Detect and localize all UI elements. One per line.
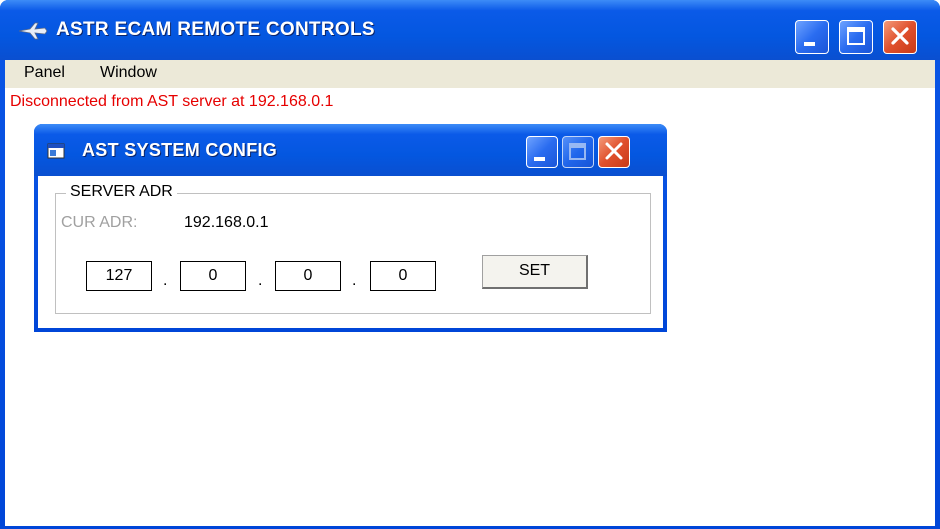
ip-octet-4-input[interactable]: 0 xyxy=(370,261,436,291)
config-client-area: SERVER ADR CUR ADR: 192.168.0.1 xyxy=(38,176,663,328)
current-address-value: 192.168.0.1 xyxy=(184,214,269,231)
config-minimize-button[interactable] xyxy=(526,136,558,168)
window-icon xyxy=(47,143,65,159)
airplane-icon xyxy=(18,22,48,40)
main-window-title: ASTR ECAM REMOTE CONTROLS xyxy=(56,19,375,40)
menu-panel[interactable]: Panel xyxy=(24,64,65,82)
maximize-button[interactable] xyxy=(839,20,873,54)
ip-separator: . xyxy=(163,272,168,289)
config-window-title: AST SYSTEM CONFIG xyxy=(82,140,278,160)
config-titlebar[interactable]: AST SYSTEM CONFIG xyxy=(34,124,667,176)
minimize-icon xyxy=(534,157,545,161)
server-address-group: SERVER ADR xyxy=(55,183,651,314)
minimize-icon xyxy=(804,42,815,46)
group-label: SERVER ADR xyxy=(66,183,177,201)
ip-octet-1-input[interactable]: 127 xyxy=(86,261,152,291)
config-window: AST SYSTEM CONFIG SERVER ADR CUR ADR: 19… xyxy=(34,124,667,332)
main-titlebar[interactable]: ASTR ECAM REMOTE CONTROLS xyxy=(0,0,940,60)
menu-bar: Panel Window xyxy=(5,60,935,88)
maximize-icon xyxy=(847,27,865,45)
config-maximize-button[interactable] xyxy=(562,136,594,168)
minimize-button[interactable] xyxy=(795,20,829,54)
close-icon xyxy=(605,142,623,160)
connection-status-text: Disconnected from AST server at 192.168.… xyxy=(10,93,334,110)
ip-octet-2-input[interactable]: 0 xyxy=(180,261,246,291)
config-close-button[interactable] xyxy=(598,136,630,168)
current-address-label: CUR ADR: xyxy=(61,214,138,231)
close-icon xyxy=(891,27,909,45)
maximize-icon xyxy=(569,143,586,160)
ip-separator: . xyxy=(258,272,263,289)
set-button[interactable]: SET xyxy=(482,255,588,289)
menu-window[interactable]: Window xyxy=(100,64,157,82)
close-button[interactable] xyxy=(883,20,917,54)
ip-octet-3-input[interactable]: 0 xyxy=(275,261,341,291)
ip-separator: . xyxy=(352,272,357,289)
